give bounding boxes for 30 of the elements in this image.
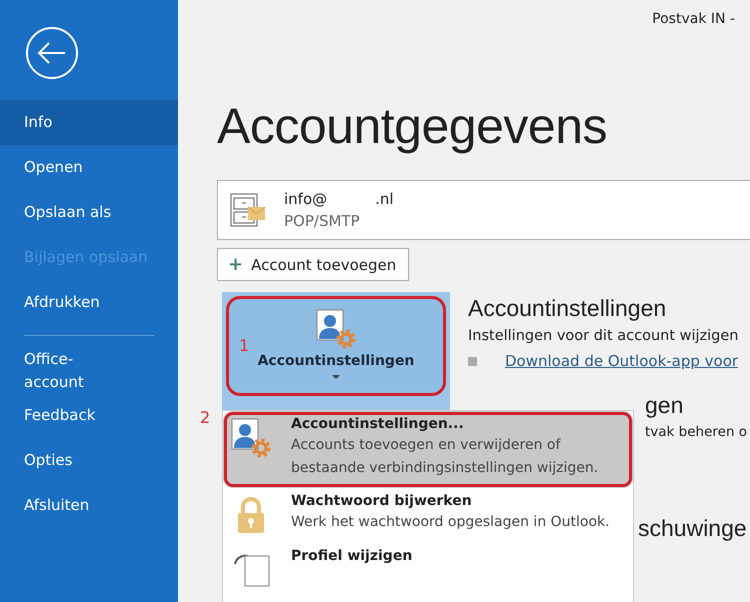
mail-cabinet-icon: [230, 192, 266, 228]
account-address: info@ .nl: [284, 190, 394, 208]
sidebar-item[interactable]: Office- account: [0, 348, 178, 393]
page-heading: Accountgegevens: [217, 97, 608, 156]
account-type: POP/SMTP: [284, 212, 361, 230]
section-title: Accountinstellingen: [468, 295, 668, 322]
section-text: gen: [645, 392, 684, 419]
account-card[interactable]: info@ .nl POP/SMTP: [217, 180, 750, 240]
add-account-button[interactable]: + Account toevoegen: [217, 248, 409, 281]
bullet-icon: [468, 356, 477, 366]
menu-item[interactable]: Profiel wijzigen: [223, 543, 633, 598]
sidebar-item[interactable]: Opslaan als: [0, 190, 178, 235]
section-text: schuwinge: [638, 515, 748, 542]
back-icon[interactable]: [25, 26, 79, 80]
sidebar-item[interactable]: Afsluiten: [0, 483, 178, 528]
account-settings-icon: [316, 309, 356, 349]
account-settings-icon: [231, 418, 271, 458]
sidebar-item[interactable]: Afdrukken: [0, 280, 178, 325]
window-title: Postvak IN -: [652, 11, 735, 27]
sidebar-item[interactable]: Info: [0, 100, 178, 145]
menu-item[interactable]: Accountinstellingen... Accounts toevoegen en verwijderen of bestaande verbindingsinstellingen wijzigen.: [223, 411, 633, 488]
download-link[interactable]: Download de Outlook-app voor: [505, 352, 738, 370]
section-text: tvak beheren o: [645, 424, 748, 440]
menu-item[interactable]: Wachtwoord bijwerken Werk het wachtwoord opgeslagen in Outlook.: [223, 488, 633, 543]
step-number: 1: [239, 336, 250, 355]
section-description: Instellingen voor dit account wijzigen: [468, 328, 740, 344]
sidebar-item[interactable]: Opties: [0, 438, 178, 483]
sidebar-item[interactable]: Openen: [0, 145, 178, 190]
sidebar-item[interactable]: Feedback: [0, 393, 178, 438]
step-number: 2: [200, 408, 210, 427]
